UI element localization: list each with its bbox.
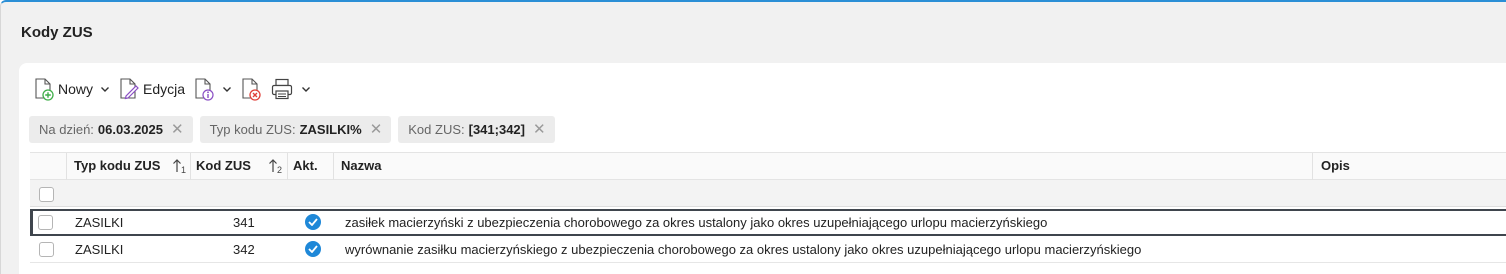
filter-chip-value: [341;342] <box>468 122 525 137</box>
select-all-checkbox[interactable] <box>39 187 54 202</box>
close-icon[interactable]: ✕ <box>370 122 383 137</box>
column-header-description[interactable]: Opis <box>1321 153 1350 180</box>
cell-code: 342 <box>233 242 255 257</box>
new-dropdown-chevron-icon[interactable] <box>100 86 110 93</box>
column-divider <box>1312 153 1313 180</box>
filter-chip-label: Typ kodu ZUS: <box>209 122 296 137</box>
sort-order-number: 2 <box>277 165 283 175</box>
column-header-code[interactable]: Kod ZUS <box>196 153 251 180</box>
edit-document-icon <box>118 77 140 101</box>
info-dropdown-chevron-icon[interactable] <box>222 86 232 93</box>
filter-chip-code[interactable]: Kod ZUS: [341;342] ✕ <box>398 116 555 143</box>
close-icon[interactable]: ✕ <box>171 122 184 137</box>
grid-filter-row <box>30 180 1506 207</box>
column-divider <box>190 153 191 180</box>
filter-chips: Na dzień: 06.03.2025 ✕ Typ kodu ZUS: ZAS… <box>29 116 562 144</box>
sort-order-number: 1 <box>181 165 187 175</box>
kody-zus-window: Kody ZUS Nowy Edycja Na dzień: 06.03.202… <box>0 0 1506 274</box>
window-title: Kody ZUS <box>21 24 93 41</box>
grid-header: Typ kodu ZUS 1 Kod ZUS 2 Akt. Nazwa Opis <box>30 152 1506 180</box>
column-divider <box>333 153 334 180</box>
cell-code: 341 <box>233 215 255 230</box>
column-header-type[interactable]: Typ kodu ZUS <box>74 153 160 180</box>
printer-icon <box>270 77 294 101</box>
filter-chip-date[interactable]: Na dzień: 06.03.2025 ✕ <box>29 116 193 143</box>
cell-type: ZASILKI <box>75 242 124 257</box>
column-divider <box>287 153 288 180</box>
content-panel: Nowy Edycja Na dzień: 06.03.2025 ✕ Typ k… <box>19 63 1506 274</box>
edit-button[interactable]: Edycja <box>118 75 185 103</box>
delete-button[interactable] <box>240 75 262 103</box>
close-icon[interactable]: ✕ <box>533 122 546 137</box>
row-checkbox[interactable] <box>39 242 54 257</box>
column-header-active[interactable]: Akt. <box>293 153 318 180</box>
filter-chip-label: Na dzień: <box>39 122 94 137</box>
cell-name: zasiłek macierzyński z ubezpieczenia cho… <box>345 215 1048 230</box>
row-checkbox[interactable] <box>38 215 53 230</box>
info-button[interactable] <box>193 75 240 103</box>
table-row[interactable]: ZASILKI 342 wyrównanie zasiłku macierzyń… <box>30 236 1506 263</box>
table-row[interactable]: ZASILKI 341 zasiłek macierzyński z ubezp… <box>30 209 1506 236</box>
active-check-icon <box>305 241 321 257</box>
active-check-icon <box>305 214 321 230</box>
cell-type: ZASILKI <box>75 215 124 230</box>
filter-chip-label: Kod ZUS: <box>408 122 465 137</box>
column-divider <box>66 153 67 180</box>
new-button[interactable]: Nowy <box>33 75 118 103</box>
toolbar: Nowy Edycja <box>33 75 319 103</box>
filter-chip-type[interactable]: Typ kodu ZUS: ZASILKI% ✕ <box>199 116 392 143</box>
print-dropdown-chevron-icon[interactable] <box>301 86 311 93</box>
print-button[interactable] <box>270 75 319 103</box>
cell-name: wyrównanie zasiłku macierzyńskiego z ube… <box>345 242 1142 257</box>
column-header-name[interactable]: Nazwa <box>341 153 381 180</box>
document-info-icon <box>193 77 215 101</box>
filter-chip-value: 06.03.2025 <box>97 122 163 137</box>
edit-button-label: Edycja <box>143 81 186 97</box>
document-delete-icon <box>240 77 262 101</box>
new-button-label: Nowy <box>58 81 94 97</box>
new-document-icon <box>33 77 55 101</box>
filter-chip-value: ZASILKI% <box>299 122 362 137</box>
